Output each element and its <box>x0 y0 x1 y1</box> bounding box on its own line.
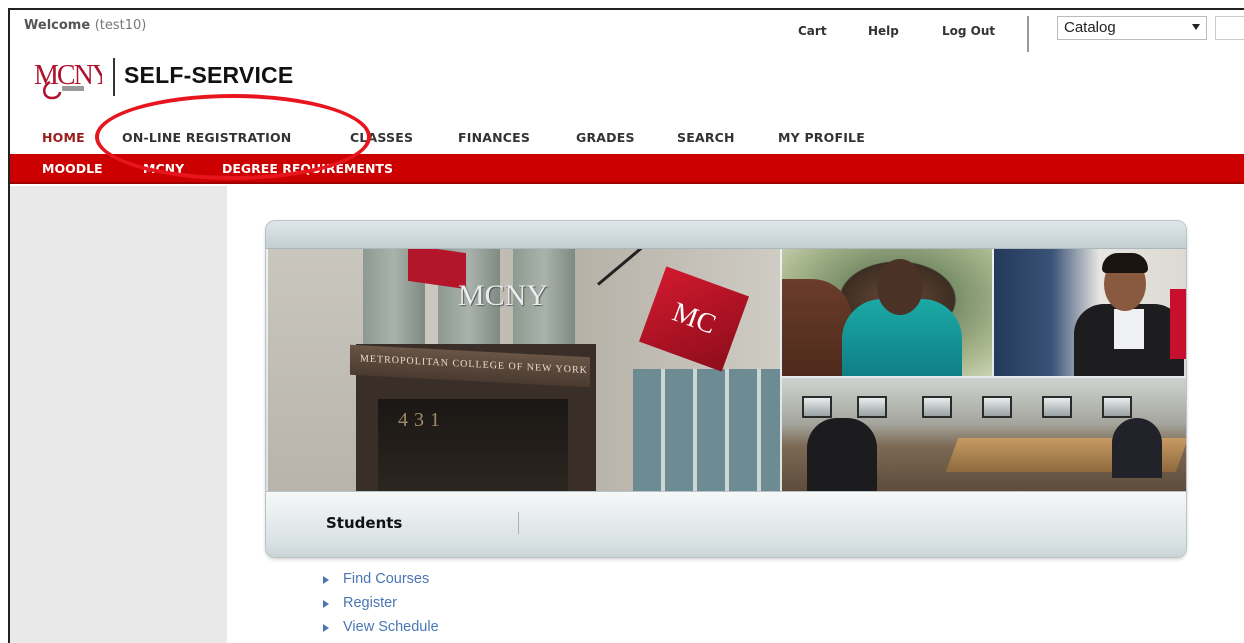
link-label: Register <box>343 595 397 611</box>
panel-header <box>266 221 1186 249</box>
student-man-photo <box>994 249 1186 376</box>
student-photo <box>782 249 992 376</box>
link-label: View Schedule <box>343 619 439 635</box>
nav-grades[interactable]: GRADES <box>576 130 635 145</box>
link-label: Find Courses <box>343 571 430 587</box>
nav-finances[interactable]: FINANCES <box>458 130 530 145</box>
mcny-logo: MCNY <box>34 60 102 100</box>
logo-divider <box>113 58 115 96</box>
logout-link[interactable]: Log Out <box>942 24 995 38</box>
nav-my-profile[interactable]: MY PROFILE <box>778 130 865 145</box>
primary-nav: HOME ON-LINE REGISTRATION CLASSES FINANC… <box>10 124 1244 154</box>
triangle-right-icon <box>323 624 329 632</box>
welcome-user: (test10) <box>94 18 147 33</box>
catalog-select-value: Catalog <box>1064 19 1116 36</box>
triangle-right-icon <box>323 576 329 584</box>
title-divider <box>518 512 519 534</box>
brand-title: SELF-SERVICE <box>124 62 294 88</box>
nav-moodle[interactable]: MOODLE <box>42 161 103 176</box>
computer-lab-photo <box>782 378 1186 491</box>
catalog-select[interactable]: Catalog <box>1057 16 1207 40</box>
welcome-label: Welcome <box>24 18 91 33</box>
browser-frame: Welcome (test10) Cart Help Log Out Catal… <box>8 8 1244 643</box>
nav-search[interactable]: SEARCH <box>677 130 735 145</box>
campus-building-photo: MCNY METROPOLITAN COLLEGE OF NEW YORK 43… <box>268 249 780 491</box>
nav-home[interactable]: HOME <box>42 130 85 145</box>
help-link[interactable]: Help <box>868 24 899 38</box>
building-sign: MCNY <box>458 279 549 312</box>
chevron-down-icon <box>1192 24 1200 30</box>
nav-mcny[interactable]: MCNY <box>143 161 184 176</box>
cart-link[interactable]: Cart <box>798 24 827 38</box>
door-number: 431 <box>398 409 446 431</box>
nav-degree-requirements[interactable]: DEGREE REQUIREMENTS <box>222 161 393 176</box>
mc-flag: MC <box>638 266 750 372</box>
triangle-right-icon <box>323 600 329 608</box>
students-bar: Students <box>266 491 1186 557</box>
header-divider <box>1027 16 1029 52</box>
sidebar <box>10 186 227 643</box>
nav-classes[interactable]: CLASSES <box>350 130 413 145</box>
secondary-nav: MOODLE MCNY DEGREE REQUIREMENTS <box>10 154 1244 184</box>
search-input[interactable] <box>1215 16 1244 40</box>
nav-online-registration[interactable]: ON-LINE REGISTRATION <box>122 130 291 145</box>
welcome-text: Welcome (test10) <box>24 18 146 33</box>
students-panel: MCNY METROPOLITAN COLLEGE OF NEW YORK 43… <box>265 220 1187 558</box>
panel-title: Students <box>326 514 403 532</box>
